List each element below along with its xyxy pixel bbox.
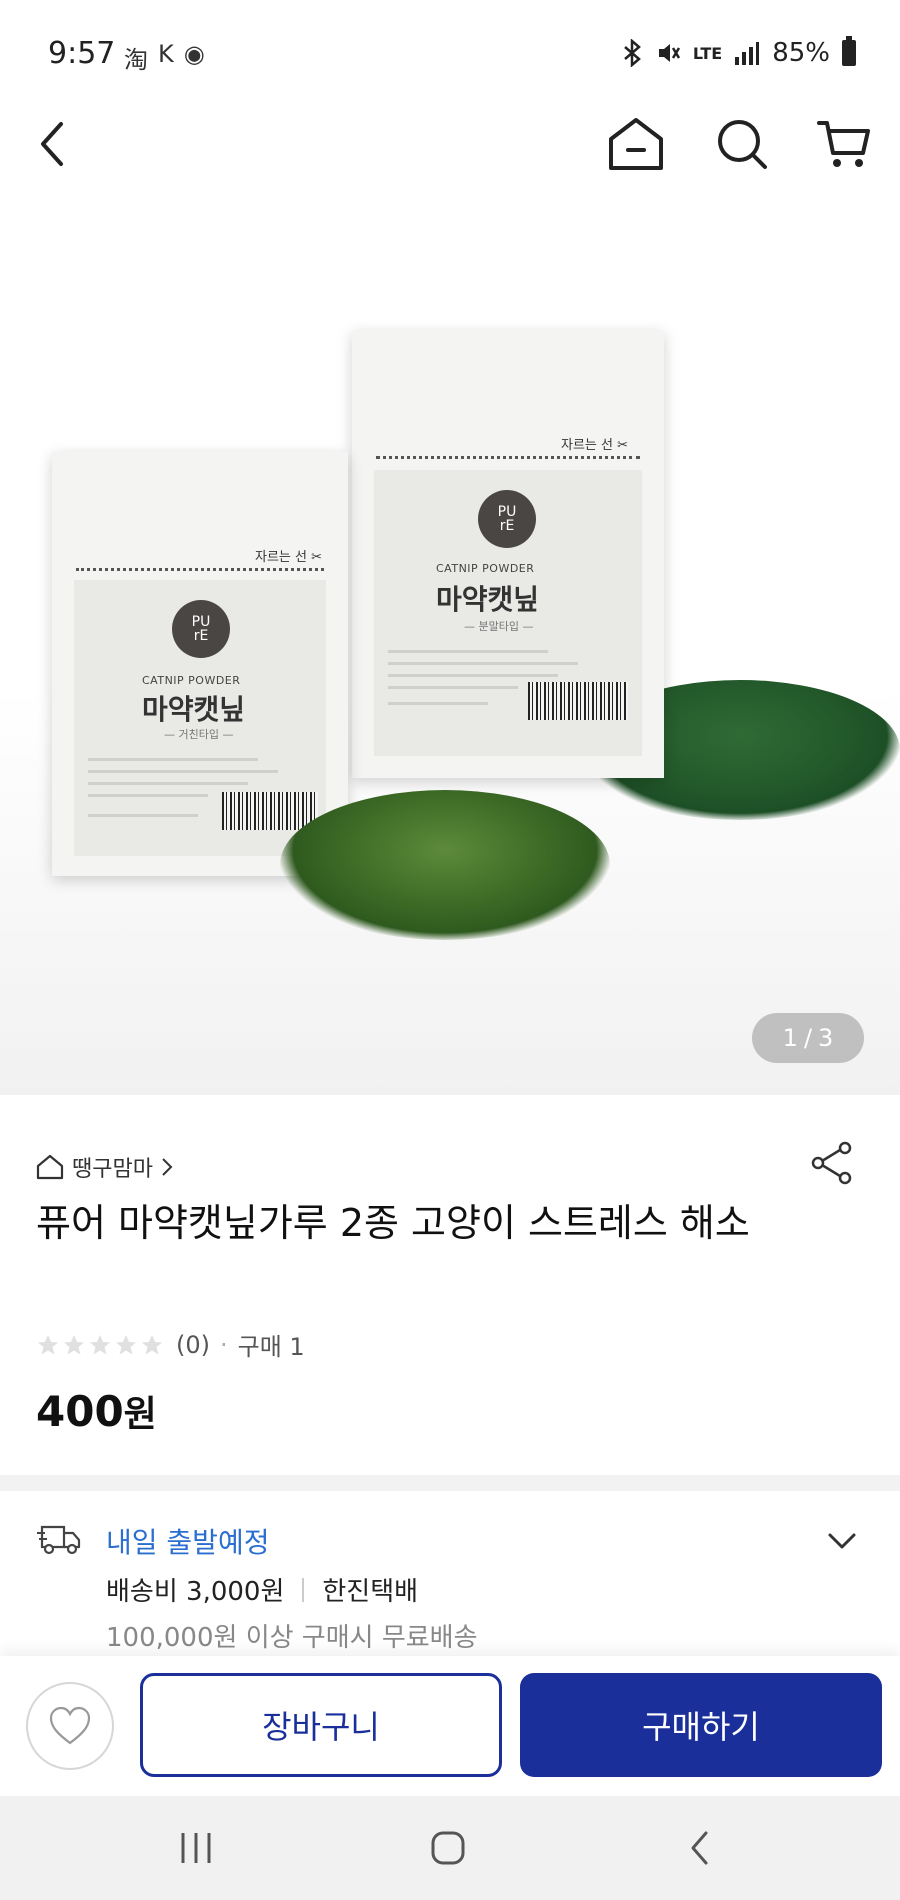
system-back-icon [691, 1831, 708, 1865]
catnip-powder-text: CATNIP POWDER [142, 674, 241, 687]
cart-button[interactable] [812, 112, 876, 176]
free-shipping-note: 100,000원 이상 구매시 무료배송 [106, 1623, 478, 1653]
battery-percent: 85% [772, 38, 830, 68]
separator-dot: · [220, 1330, 228, 1359]
divider [302, 1577, 305, 1602]
info-line [388, 662, 578, 665]
pure-logo: PU rE [172, 600, 230, 658]
share-button[interactable] [804, 1135, 860, 1191]
page-total: 3 [818, 1024, 834, 1052]
info-line [88, 794, 208, 797]
wishlist-button[interactable] [26, 1682, 114, 1770]
star-icon [64, 1334, 84, 1354]
star-icon [90, 1334, 110, 1354]
packet-type-text: — 거친타입 — [164, 728, 234, 741]
catnip-powder-text: CATNIP POWDER [436, 562, 535, 575]
cut-line [376, 456, 640, 459]
chrome-app-icon: ◉ [183, 40, 205, 68]
home-icon [609, 118, 663, 170]
system-home-button[interactable] [418, 1826, 478, 1870]
section-divider [0, 1475, 900, 1491]
bottom-action-bar: 장바구니 구매하기 [0, 1656, 900, 1796]
barcode [528, 682, 628, 720]
chevron-right-icon [162, 1158, 173, 1176]
star-icon [142, 1334, 162, 1354]
taobao-app-icon: 淘 [124, 46, 148, 74]
review-count: (0) [176, 1330, 210, 1359]
battery-icon [842, 36, 856, 66]
shipping-carrier: 한진택배 [322, 1577, 419, 1607]
recent-apps-icon [181, 1833, 211, 1863]
info-line [88, 814, 198, 817]
star-icon [38, 1334, 58, 1354]
home-button[interactable] [604, 112, 668, 176]
heart-icon [49, 1706, 91, 1745]
catnip-leaf-pile-left [280, 790, 610, 940]
info-line [388, 674, 558, 677]
back-button[interactable] [20, 112, 84, 176]
search-button[interactable] [710, 112, 774, 176]
system-back-button[interactable] [670, 1826, 730, 1870]
shipping-fee: 배송비 3,000원 [106, 1577, 285, 1607]
pure-logo: PU rE [478, 490, 536, 548]
cut-line-text: 자르는 선 ✂ [255, 550, 322, 565]
buy-now-button[interactable]: 구매하기 [520, 1673, 882, 1777]
cut-line-text: 자르는 선 ✂ [561, 438, 628, 453]
cart-icon [817, 121, 870, 167]
shipping-section[interactable]: 내일 출발예정 배송비 3,000원 한진택배 100,000원 이상 구매시 … [0, 1491, 900, 1656]
packet-label: PU rE CATNIP POWDER 마약캣닢 — 분말타입 — [374, 470, 642, 756]
status-indicators: LTE 85% [621, 36, 856, 68]
info-line [388, 686, 518, 689]
info-line [88, 782, 248, 785]
status-app-icons: 淘 K ◉ [124, 40, 205, 75]
packet-label: PU rE CATNIP POWDER 마약캣닢 — 거친타입 — [74, 580, 326, 856]
seller-link[interactable]: 땡구맘마 [36, 1151, 173, 1183]
shipping-fee-row: 배송비 3,000원 한진택배 [106, 1571, 418, 1608]
price-value: 400 [36, 1387, 124, 1436]
star-icon [116, 1334, 136, 1354]
product-info-section: 땡구맘마 퓨어 마약캣닢가루 2종 고양이 스트레스 해소 (0) · 구매 1… [0, 1095, 900, 1475]
system-navigation-bar [0, 1796, 900, 1900]
search-icon [718, 120, 767, 169]
chevron-down-icon[interactable] [822, 1521, 862, 1561]
add-to-cart-button[interactable]: 장바구니 [140, 1673, 502, 1777]
info-line [88, 758, 258, 761]
product-packet-left: 자르는 선 ✂ PU rE CATNIP POWDER 마약캣닢 — 거친타입 — [52, 452, 348, 876]
product-title: 퓨어 마약캣닢가루 2종 고양이 스트레스 해소 [36, 1201, 750, 1245]
product-packet-right: 자르는 선 ✂ PU rE CATNIP POWDER 마약캣닢 — 분말타입 — [352, 330, 664, 778]
delivery-truck-icon [37, 1525, 81, 1555]
info-line [88, 770, 278, 773]
cut-line [76, 568, 324, 571]
shipping-eta: 내일 출발예정 [106, 1526, 270, 1559]
k-app-icon: K [158, 40, 174, 68]
back-icon [41, 122, 63, 166]
price-currency: 원 [123, 1394, 157, 1435]
price: 400 원 [36, 1385, 157, 1437]
status-bar: 9:57 淘 K ◉ LTE 85% [0, 0, 900, 110]
packet-brand-text: 마약캣닢 [142, 693, 246, 726]
product-image-carousel[interactable]: 자르는 선 ✂ PU rE CATNIP POWDER 마약캣닢 — 분말타입 —… [0, 190, 900, 1095]
top-navigation [0, 100, 900, 186]
recent-apps-button[interactable] [166, 1826, 226, 1870]
packet-type-text: — 분말타입 — [464, 620, 534, 633]
info-line [388, 702, 488, 705]
system-home-icon [431, 1831, 465, 1865]
info-line [388, 650, 548, 653]
packet-brand-text: 마약캣닢 [436, 583, 540, 616]
share-icon [811, 1141, 852, 1185]
seller-name: 땡구맘마 [72, 1157, 153, 1182]
mute-icon [658, 44, 680, 62]
status-time: 9:57 [48, 36, 116, 71]
image-page-indicator: 1 / 3 [752, 1013, 864, 1063]
signal-icon [735, 42, 760, 65]
star-rating [36, 1333, 164, 1357]
page-current: 1 [782, 1024, 798, 1052]
rating-row[interactable]: (0) · 구매 1 [36, 1327, 305, 1362]
network-type: LTE [692, 43, 723, 63]
purchase-count: 구매 1 [237, 1333, 305, 1361]
bluetooth-icon [623, 39, 641, 67]
page-separator: / [803, 1024, 813, 1052]
barcode [222, 792, 318, 830]
store-home-icon [36, 1154, 64, 1180]
